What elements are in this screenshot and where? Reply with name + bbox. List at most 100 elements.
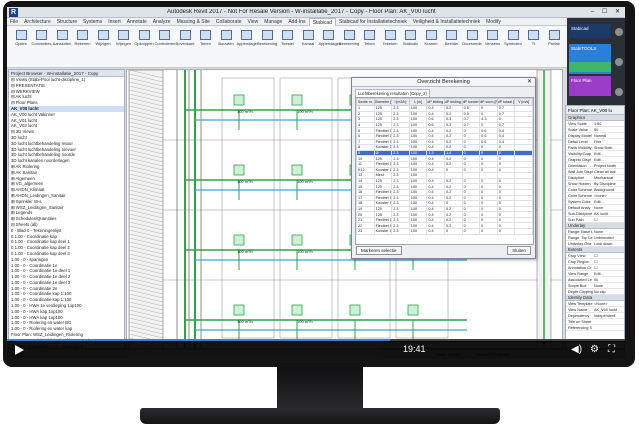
tool-label: Conventies [31, 41, 52, 46]
ribbon-tab[interactable]: Veiligheid & Installatietechniek [410, 18, 483, 26]
table-cell [514, 228, 533, 235]
play-icon[interactable] [15, 345, 24, 355]
ribbon-tool-button[interactable]: Toestel [278, 28, 298, 66]
ribbon-tab[interactable]: Collaborate [213, 18, 245, 26]
ribbon-tab[interactable]: Modify [483, 18, 504, 26]
navigation-wheel-icon[interactable] [615, 28, 623, 36]
ribbon-tool-button[interactable]: Beeldei [442, 28, 462, 66]
navigation-wheel-icon[interactable] [615, 88, 623, 96]
ribbon-tool-button[interactable]: Kranen [421, 28, 441, 66]
ribbon-tool-button[interactable]: Berekening [257, 28, 277, 66]
airflow-label: 100 m³/h [297, 319, 313, 324]
ribbon-tool-button[interactable]: Vensens [483, 28, 503, 66]
table-column-header[interactable]: V [m/s] [514, 98, 533, 106]
ribbon-tool-button[interactable]: Bouwlen [216, 28, 236, 66]
ribbon-tab[interactable]: File [7, 18, 21, 26]
airflow-label: 100 m³/h [297, 109, 313, 114]
ribbon-tool-button[interactable]: Wijzigen [114, 28, 134, 66]
table-column-header[interactable]: dP leiding [Pa/m] [426, 98, 445, 106]
ribbon-tab[interactable]: View [245, 18, 262, 26]
ribbon-tool-button[interactable]: Prefab [544, 28, 564, 66]
table-cell: Flexibel 125 [373, 194, 393, 202]
window-controls[interactable]: – ☐ ✕ [591, 8, 623, 15]
revit-logo-icon[interactable]: R [9, 8, 18, 17]
sluiten-button[interactable]: Sluiten [507, 246, 531, 255]
ribbon-tab[interactable]: Manage [261, 18, 285, 26]
table-column-header[interactable]: Sectie nr. [356, 98, 375, 106]
ribbon-tool-button[interactable]: Berekening [339, 28, 359, 66]
tool-label: Appendages [318, 41, 341, 46]
airflow-label: 100 m³/h [237, 109, 253, 114]
ribbon-tool-button[interactable]: Symbolen [503, 28, 523, 66]
volume-icon[interactable]: ◀) [571, 344, 582, 356]
ribbon-tab[interactable]: Add-Ins [285, 18, 308, 26]
air-diffuser-icon [291, 164, 303, 176]
tool-label: Aansluiten [52, 41, 72, 46]
tool-label: Controleren [154, 41, 176, 46]
ribbon-tab[interactable]: Massing & Site [174, 18, 213, 26]
gear-icon[interactable]: ⚙ [590, 344, 599, 356]
air-diffuser-icon [233, 234, 245, 246]
ribbon-tool-button[interactable]: Appendage [237, 28, 257, 66]
tool-label: Opties [15, 41, 27, 46]
table-column-header[interactable]: L [m] [408, 98, 428, 106]
table-column-header[interactable]: dP toestel [Pa] [461, 98, 481, 106]
close-icon[interactable]: ✕ [527, 78, 532, 87]
ribbon-tab[interactable]: Structure [54, 18, 80, 26]
airflow-label: 100 m³/h [297, 249, 313, 254]
results-table[interactable]: Sectie nr.Diameter [mm]l [m3/h]L [m]dP l… [355, 97, 534, 245]
ribbon-tool-button[interactable]: Doorsnede [462, 28, 482, 66]
fullscreen-icon[interactable]: ⛶ [608, 344, 615, 356]
airflow-label: 100 m³/h [237, 179, 253, 184]
monitor-neck [277, 367, 363, 409]
ribbon-tool-button[interactable]: Wijzigen [93, 28, 113, 66]
ribbon-tool-button[interactable]: Teken [360, 28, 380, 66]
ribbon-tool-button[interactable]: Teken [196, 28, 216, 66]
ribbon-tool-button[interactable]: Opties [11, 28, 31, 66]
table-column-header[interactable]: dP vorm [Pa] [479, 98, 498, 106]
table-column-header[interactable]: l [m3/h] [391, 98, 410, 106]
navigation-wheel-icon[interactable] [615, 58, 623, 66]
air-diffuser-icon [291, 304, 303, 316]
ribbon-tool-button[interactable]: Controleren [155, 28, 175, 66]
table-column-header[interactable]: Diameter [mm] [373, 98, 393, 106]
table-cell: 0 [496, 228, 516, 235]
ribbon-tool-button[interactable]: Stabcalc [401, 28, 421, 66]
ribbon-tool-button[interactable]: Opknippen [134, 28, 154, 66]
side-panel-tile[interactable]: Floor Plan [569, 76, 611, 96]
tool-icon [548, 30, 560, 40]
ribbon-tool-button[interactable]: Appendages [318, 28, 341, 66]
tool-icon [56, 30, 68, 40]
tool-icon [118, 30, 129, 40]
markeren-selectie-button[interactable]: Markeren selectie [356, 246, 402, 255]
project-browser-title: Project Browser - W-installatie_2017 - C… [9, 70, 124, 77]
screen: R Autodesk Revit 2017 - Not For Resale V… [7, 7, 625, 359]
ribbon-tab[interactable]: Annotate [124, 18, 150, 26]
side-panel-tile-accent[interactable] [569, 62, 611, 72]
ribbon-tab[interactable]: Analyze [150, 18, 174, 26]
type-selector[interactable]: Floor Plan: AK_V00 lu [566, 106, 624, 115]
ribbon-tool-button[interactable]: Bovenkant [175, 28, 195, 66]
ribbon-tool-button[interactable]: Rekenen [73, 28, 93, 66]
table-column-header[interactable]: dP totaal [Pa] [496, 98, 516, 106]
ribbon-tool-button[interactable]: Tt [524, 28, 544, 66]
tool-label: Rekenen [74, 41, 91, 46]
tool-icon [282, 30, 293, 40]
table-row[interactable]: 23Kooster 1252.31000.40000 [356, 228, 533, 235]
property-row[interactable]: Referencing S [566, 325, 624, 331]
ribbon-tab[interactable]: Systems [80, 18, 105, 26]
ribbon-tool-button[interactable]: Aansluiten [52, 28, 72, 66]
project-browser: Project Browser - W-installatie_2017 - C… [8, 69, 125, 349]
side-panel-tile[interactable]: Stabicad [569, 24, 611, 38]
ribbon-tab[interactable]: Stabicad for Installatietechniek [336, 18, 410, 26]
ribbon-tab[interactable]: Architecture [21, 18, 54, 26]
ribbon-tool-button[interactable]: Conventies [32, 28, 52, 66]
ribbon-tool-button[interactable]: Kanaal [298, 28, 318, 66]
ribbon-tab[interactable]: Insert [105, 18, 124, 26]
table-cell: Kooster 125 [373, 228, 393, 235]
table-cell: Flexibel 125 [373, 222, 393, 230]
ribbon-tool-button[interactable]: Tekeken [380, 28, 400, 66]
table-column-header[interactable]: dP leiding [Pa] [443, 98, 463, 106]
table-cell: Flexibel 125 [373, 127, 393, 134]
tool-label: Teken [364, 41, 375, 46]
